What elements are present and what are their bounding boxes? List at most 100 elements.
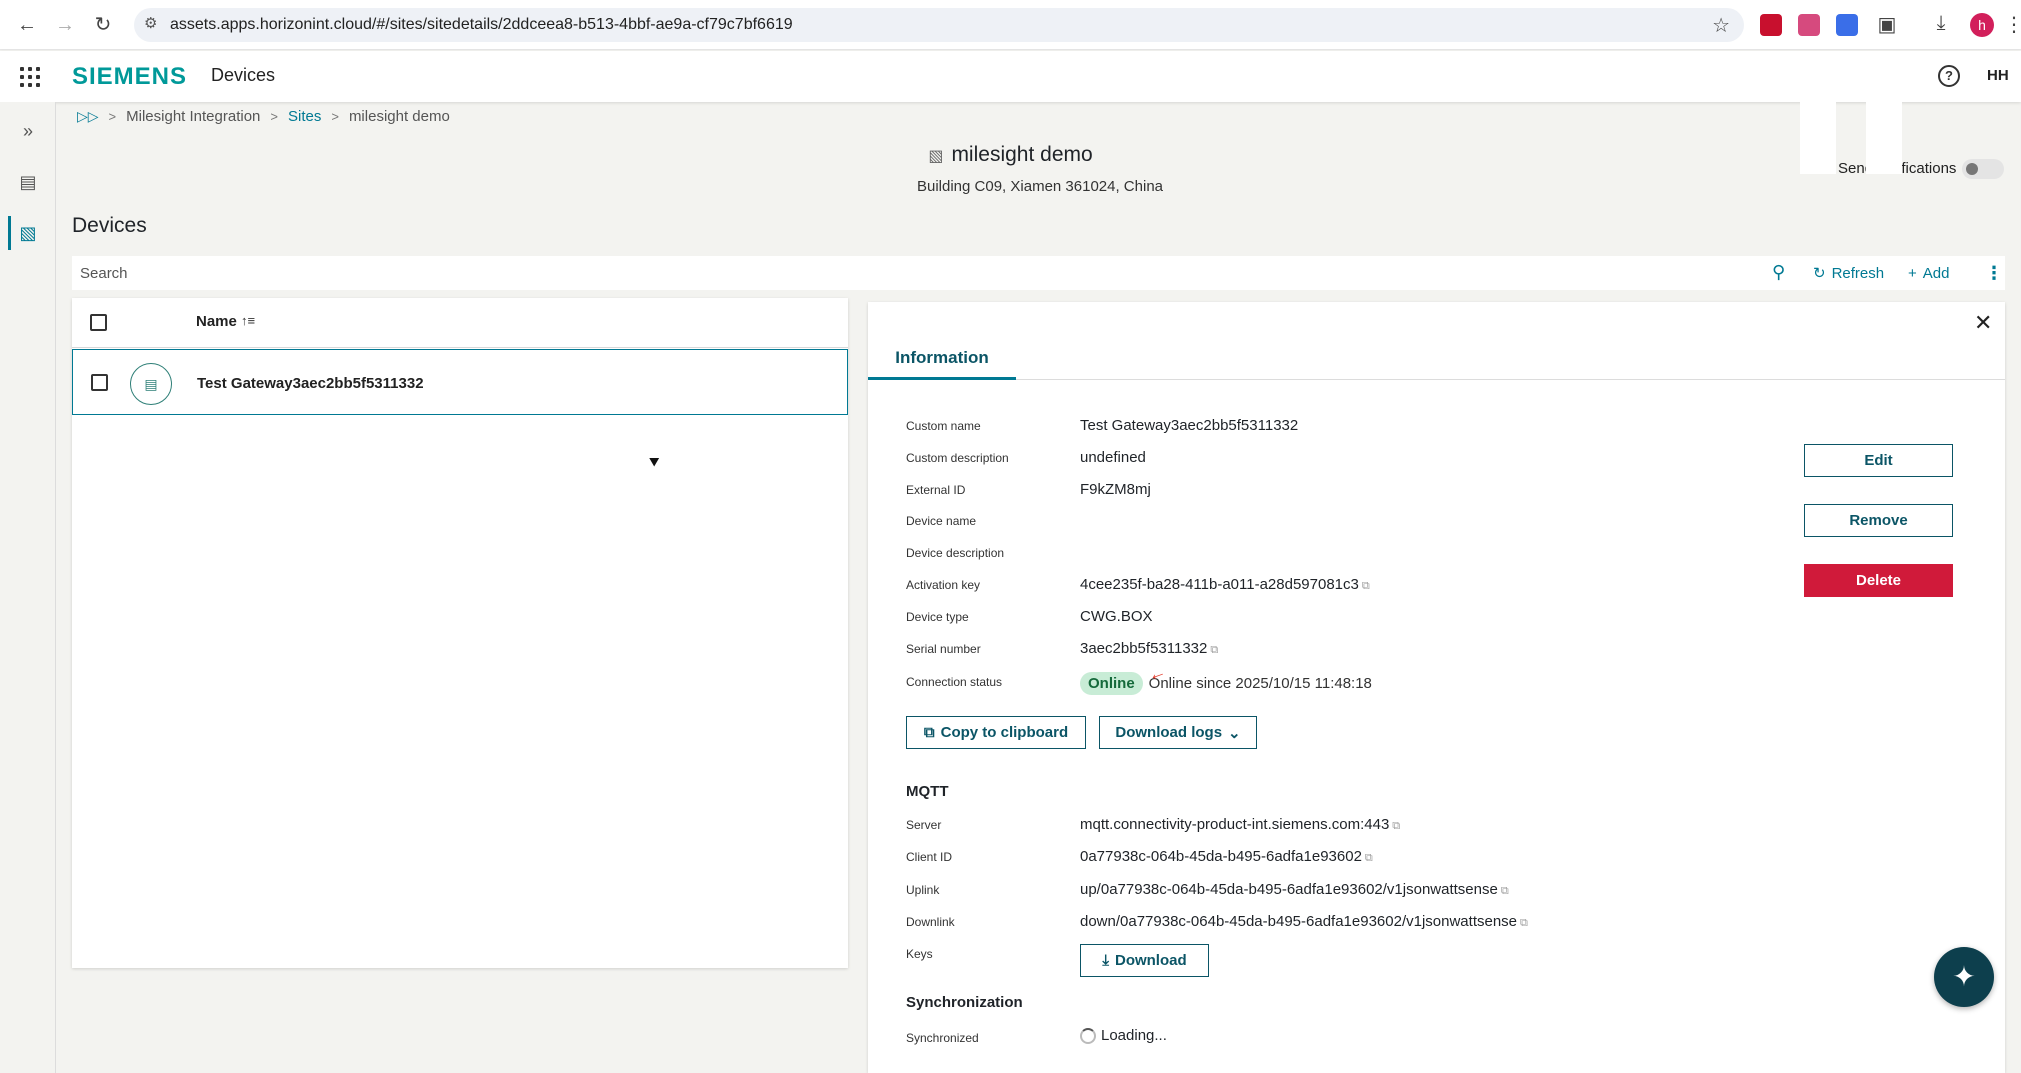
row-checkbox[interactable] — [91, 374, 108, 391]
device-name: Test Gateway3aec2bb5f5311332 — [197, 375, 424, 392]
server-label: Server — [906, 818, 942, 832]
copy-icon[interactable]: ⧉ — [1520, 917, 1528, 929]
breadcrumb-item[interactable]: Sites — [288, 108, 321, 125]
copy-icon[interactable]: ⧉ — [1210, 644, 1218, 656]
custom-name-value: Test Gateway3aec2bb5f5311332 — [1080, 417, 1299, 434]
copy-icon[interactable]: ⧉ — [1362, 580, 1370, 592]
help-icon[interactable]: ? — [1938, 65, 1960, 87]
status-badge: Online — [1080, 672, 1143, 695]
side-rail: » ▤ ▧ — [0, 102, 56, 1073]
download-icon: ⤓ — [1102, 952, 1109, 969]
loading-spinner-icon — [1080, 1028, 1096, 1045]
device-name-label: Device name — [906, 514, 977, 528]
site-name: milesight demo — [951, 143, 1093, 166]
activation-key-field: 4cee235f-ba28-411b-a011-a28d597081c3 ⧉ — [1080, 576, 1370, 593]
synchronized-label: Synchronized — [906, 1031, 979, 1045]
download-keys-button[interactable]: ⤓ Download — [1080, 944, 1209, 977]
chevron-right-icon: > — [270, 108, 278, 124]
refresh-button[interactable]: ↻ Refresh — [1813, 256, 1884, 290]
download-logs-label: Download logs — [1115, 724, 1223, 741]
extensions-puzzle-icon[interactable]: ▣ — [1874, 12, 1900, 37]
download-logs-button[interactable]: Download logs ⌄ — [1099, 716, 1257, 749]
server-field: mqtt.connectivity-product-int.siemens.co… — [1080, 816, 1400, 833]
remove-button[interactable]: Remove — [1804, 504, 1953, 537]
synchronization-section-title: Synchronization — [906, 994, 1023, 1011]
search-icon[interactable]: ⚲ — [1772, 262, 1792, 282]
connection-status-field: Online Online since 2025/10/15 11:48:18 — [1080, 672, 1372, 695]
breadcrumb-root-icon[interactable]: ▷▷ — [77, 108, 99, 125]
activation-key-label: Activation key — [906, 578, 981, 592]
building-nav-icon[interactable]: ▧ — [0, 215, 56, 251]
add-button[interactable]: + Add — [1908, 256, 1949, 290]
uplink-field: up/0a77938c-064b-45da-b495-6adfa1e93602/… — [1080, 881, 1509, 898]
download-keys-label: Download — [1114, 952, 1187, 969]
back-icon[interactable]: ← — [14, 12, 40, 38]
forward-icon[interactable]: → — [52, 12, 78, 38]
keys-label: Keys — [906, 947, 933, 961]
ai-assistant-button[interactable]: ✦ — [1934, 947, 1994, 1007]
devices-heading: Devices — [72, 214, 147, 237]
address-bar[interactable]: ⚙ assets.apps.horizonint.cloud/#/sites/s… — [134, 8, 1744, 42]
column-header-name[interactable]: Name — [196, 313, 237, 330]
copy-icon[interactable]: ⧉ — [1392, 820, 1400, 832]
search-input[interactable] — [72, 256, 1762, 290]
serial-number-value: 3aec2bb5f5311332 — [1080, 640, 1208, 657]
copy-icon[interactable]: ⧉ — [1365, 852, 1373, 864]
close-icon[interactable]: ✕ — [1974, 310, 1992, 336]
chevron-right-icon: > — [108, 108, 117, 124]
gateway-icon: ▤ — [130, 363, 172, 405]
send-notifications-toggle[interactable] — [1962, 159, 2004, 179]
tab-information[interactable]: Information — [868, 342, 1016, 380]
online-since-text: Online since 2025/10/15 11:48:18 — [1148, 675, 1372, 692]
user-avatar[interactable]: HH — [1987, 67, 2009, 84]
external-id-label: External ID — [906, 483, 966, 497]
chevron-down-icon: ⌄ — [1228, 724, 1241, 742]
bookmark-star-icon[interactable]: ☆ — [1712, 13, 1730, 38]
mouse-cursor: ⯆ — [647, 453, 662, 473]
table-row[interactable]: ▤ Test Gateway3aec2bb5f5311332 — [72, 349, 848, 415]
translate-extension-icon[interactable] — [1836, 14, 1858, 36]
uplink-label: Uplink — [906, 883, 940, 897]
downlink-value: down/0a77938c-064b-45da-b495-6adfa1e9360… — [1080, 913, 1518, 930]
site-settings-icon[interactable]: ⚙ — [144, 14, 157, 32]
browser-menu-icon[interactable]: ⋮ — [2004, 12, 2021, 37]
list-header: Name ↑≡ — [72, 298, 848, 348]
extension-icon[interactable] — [1760, 14, 1782, 36]
plus-icon: + — [1908, 264, 1917, 282]
building-icon: ▧ — [928, 148, 944, 165]
server-value: mqtt.connectivity-product-int.siemens.co… — [1080, 816, 1390, 833]
more-options-icon[interactable]: ⋮ — [1985, 256, 2003, 290]
custom-description-label: Custom description — [906, 451, 1009, 465]
breadcrumb-item[interactable]: Milesight Integration — [126, 108, 260, 125]
device-description-label: Device description — [906, 546, 1005, 560]
delete-button[interactable]: Delete — [1804, 564, 1953, 597]
copy-to-clipboard-label: Copy to clipboard — [940, 724, 1069, 741]
select-all-checkbox[interactable] — [90, 314, 107, 331]
copy-to-clipboard-button[interactable]: ⧉ Copy to clipboard — [906, 716, 1086, 749]
app-title: Devices — [211, 65, 276, 85]
client-id-field: 0a77938c-064b-45da-b495-6adfa1e93602 ⧉ — [1080, 848, 1373, 865]
mqtt-section-title: MQTT — [906, 783, 949, 800]
device-detail-panel: ✕ Information Custom name Test Gateway3a… — [868, 302, 2005, 1073]
overlay-artifact — [1866, 100, 1902, 174]
detail-tabs: Information — [868, 342, 2005, 380]
downlink-field: down/0a77938c-064b-45da-b495-6adfa1e9360… — [1080, 913, 1528, 930]
breadcrumb-current: milesight demo — [348, 107, 450, 125]
edit-button[interactable]: Edit — [1804, 444, 1953, 477]
copy-icon[interactable]: ⧉ — [1501, 885, 1509, 897]
sort-ascending-icon[interactable]: ↑≡ — [241, 313, 255, 328]
breadcrumb: ▷▷ > Milesight Integration > Sites > mil… — [77, 105, 450, 127]
download-icon[interactable]: ⤓ — [1928, 12, 1954, 35]
extension-icon[interactable] — [1798, 14, 1820, 36]
siemens-logo: SIEMENS — [72, 63, 188, 90]
connection-status-label: Connection status — [906, 675, 1003, 689]
uplink-value: up/0a77938c-064b-45da-b495-6adfa1e93602/… — [1080, 881, 1498, 898]
app-switcher-icon[interactable] — [20, 67, 40, 87]
browser-toolbar: ← → ↻ ⚙ assets.apps.horizonint.cloud/#/s… — [0, 0, 2021, 50]
add-label: Add — [1922, 264, 1950, 282]
site-title: ▧ milesight demo — [0, 143, 2021, 167]
device-list: Name ↑≡ ▤ Test Gateway3aec2bb5f5311332 — [72, 298, 848, 968]
reload-icon[interactable]: ↻ — [90, 12, 116, 38]
custom-description-value: undefined — [1080, 449, 1146, 466]
browser-profile-avatar[interactable]: h — [1970, 13, 1994, 37]
